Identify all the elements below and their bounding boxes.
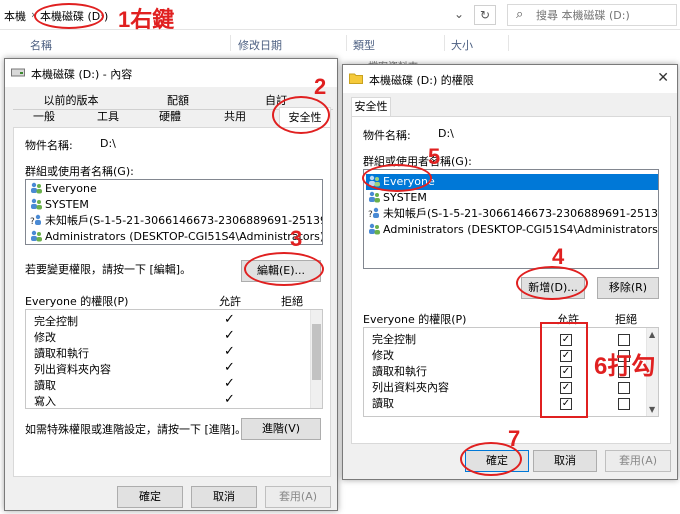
deny-read-checkbox[interactable] — [618, 398, 630, 410]
list-item-system[interactable]: SYSTEM — [368, 190, 427, 206]
annotation-rect-allow — [540, 322, 588, 418]
scroll-down-icon[interactable]: ▼ — [649, 405, 655, 414]
svg-text:?: ? — [30, 217, 35, 226]
drive-icon — [11, 68, 25, 77]
permissions-scrollbar[interactable] — [310, 310, 322, 408]
permissions-label: Everyone 的權限(P) — [25, 295, 129, 308]
column-date[interactable]: 修改日期 — [238, 37, 282, 53]
close-icon[interactable]: ✕ — [657, 70, 669, 86]
permission-read: 讀取 — [372, 397, 394, 410]
unknown-user-icon: ? — [30, 214, 41, 226]
users-list[interactable]: Everyone SYSTEM ? 未知帳戶(S-1-5-21-306614667… — [25, 179, 323, 245]
properties-title: 本機磁碟 (D:) - 內容 — [31, 68, 133, 81]
refresh-icon[interactable]: ↻ — [474, 5, 496, 25]
groups-label: 群組或使用者名稱(G): — [25, 165, 134, 178]
annotation-ellipse-security-tab — [272, 96, 330, 134]
users-group-icon — [369, 223, 380, 235]
permission-read-execute: 讀取和執行 — [34, 347, 89, 360]
checkmark-icon: ✓ — [224, 312, 235, 327]
tab-security[interactable]: 安全性 — [351, 97, 391, 117]
list-item-administrators[interactable]: Administrators (DESKTOP-CGI51S4\Administ… — [368, 222, 658, 238]
permission-modify: 修改 — [372, 349, 394, 362]
users-group-icon — [31, 182, 42, 194]
cancel-button[interactable]: 取消 — [533, 450, 597, 472]
deny-header: 拒絕 — [615, 313, 637, 326]
permission-full-control: 完全控制 — [372, 333, 416, 346]
users-group-icon — [369, 191, 380, 203]
deny-full-control-checkbox[interactable] — [618, 334, 630, 346]
cancel-button[interactable]: 取消 — [191, 486, 257, 508]
object-name-value: D:\ — [100, 137, 116, 150]
object-name-value: D:\ — [438, 127, 454, 140]
permission-full-control: 完全控制 — [34, 315, 78, 328]
tab-sharing[interactable]: 共用 — [210, 109, 260, 127]
allow-header: 允許 — [219, 295, 241, 308]
list-item-unknown-account[interactable]: ? 未知帳戶(S-1-5-21-3066146673-2306889691-251… — [368, 206, 658, 222]
svg-text:?: ? — [368, 210, 373, 219]
permission-list-folder: 列出資料夾內容 — [372, 381, 449, 394]
annotation-step5: 5 — [428, 144, 441, 169]
list-item-system[interactable]: SYSTEM — [30, 197, 89, 213]
users-group-icon — [31, 230, 42, 242]
permission-read-execute: 讀取和執行 — [372, 365, 427, 378]
list-item-everyone[interactable]: Everyone — [30, 181, 97, 197]
annotation-ellipse-edit — [244, 252, 324, 286]
object-name-label: 物件名稱: — [363, 129, 411, 142]
chevron-down-icon[interactable]: ⌄ — [448, 5, 470, 25]
unknown-user-icon: ? — [368, 207, 379, 219]
breadcrumb-root[interactable]: 本機 — [4, 8, 26, 24]
search-icon: ⌕ — [516, 7, 524, 22]
permission-write: 寫入 — [34, 395, 56, 408]
apply-button[interactable]: 套用(A) — [265, 486, 331, 508]
annotation-step2: 2 — [314, 74, 327, 99]
annotation-ellipse-add — [516, 266, 588, 300]
search-input[interactable] — [536, 7, 672, 23]
list-item-administrators[interactable]: Administrators (DESKTOP-CGI51S4\Administ… — [30, 229, 322, 244]
annotation-step6: 6打勾 — [594, 353, 656, 380]
advanced-hint: 如需特殊權限或進階設定，請按一下 [進階]。 — [25, 423, 247, 436]
ok-button[interactable]: 確定 — [117, 486, 183, 508]
permissions-label: Everyone 的權限(P) — [363, 313, 467, 326]
object-name-label: 物件名稱: — [25, 139, 73, 152]
tab-hardware[interactable]: 硬體 — [145, 109, 195, 127]
column-type[interactable]: 類型 — [353, 37, 375, 53]
change-permissions-hint: 若要變更權限，請按一下 [編輯]。 — [25, 263, 192, 276]
permission-modify: 修改 — [34, 331, 56, 344]
checkmark-icon: ✓ — [224, 376, 235, 391]
checkmark-icon: ✓ — [224, 392, 235, 407]
scroll-up-icon[interactable]: ▲ — [649, 330, 655, 339]
list-item-unknown-account[interactable]: ? 未知帳戶(S-1-5-21-3066146673-2306889691-251… — [30, 213, 322, 229]
checkmark-icon: ✓ — [224, 344, 235, 359]
remove-button[interactable]: 移除(R) — [597, 277, 659, 299]
scrollbar-thumb[interactable] — [312, 324, 321, 380]
permissions-titlebar: 本機磁碟 (D:) 的權限 ✕ — [343, 65, 677, 93]
permission-read: 讀取 — [34, 379, 56, 392]
deny-header: 拒絕 — [281, 295, 303, 308]
folder-icon — [349, 73, 363, 84]
annotation-ellipse-drive — [34, 3, 104, 29]
annotation-step1: 1右鍵 — [118, 7, 175, 32]
annotation-ellipse-everyone — [362, 164, 432, 192]
column-header-row: 名稱 修改日期 類型 大小 — [0, 32, 680, 54]
permissions-title: 本機磁碟 (D:) 的權限 — [369, 74, 474, 87]
deny-list-folder-checkbox[interactable] — [618, 382, 630, 394]
permissions-list: 完全控制 修改 讀取和執行 列出資料夾內容 讀取 寫入 ✓ ✓ ✓ ✓ ✓ ✓ — [25, 309, 323, 409]
checkmark-icon: ✓ — [224, 328, 235, 343]
permission-list-folder: 列出資料夾內容 — [34, 363, 111, 376]
tab-tools[interactable]: 工具 — [83, 109, 133, 127]
annotation-step3: 3 — [290, 226, 303, 251]
annotation-ellipse-ok — [460, 442, 522, 476]
checkmark-icon: ✓ — [224, 360, 235, 375]
search-box[interactable]: ⌕ — [507, 4, 677, 26]
column-name[interactable]: 名稱 — [30, 37, 52, 53]
advanced-button[interactable]: 進階(V) — [241, 418, 321, 440]
properties-titlebar: 本機磁碟 (D:) - 內容 — [5, 59, 337, 87]
users-group-icon — [31, 198, 42, 210]
permissions-dialog: 本機磁碟 (D:) 的權限 ✕ 安全性 物件名稱: D:\ 群組或使用者名稱(G… — [342, 64, 678, 480]
apply-button[interactable]: 套用(A) — [605, 450, 671, 472]
tab-general[interactable]: 一般 — [19, 109, 69, 127]
column-size[interactable]: 大小 — [451, 37, 473, 53]
